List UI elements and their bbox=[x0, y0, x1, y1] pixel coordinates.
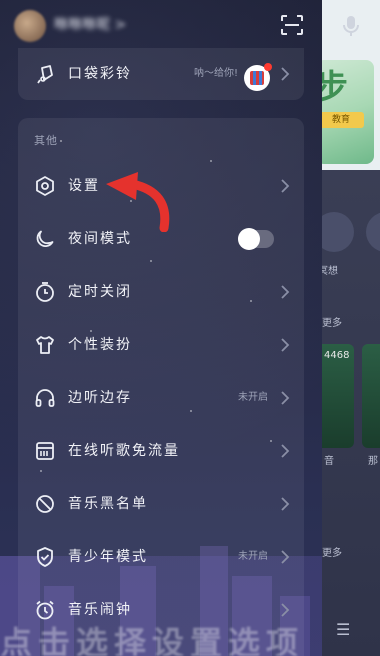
notification-dot bbox=[264, 63, 272, 71]
background-album-card[interactable] bbox=[362, 344, 380, 448]
menu-item-themes[interactable]: 个性装扮 bbox=[18, 323, 304, 367]
timer-icon bbox=[34, 281, 56, 303]
menu-item-free-data[interactable]: 在线听歌免流量 bbox=[18, 429, 304, 473]
background-circle-icon[interactable] bbox=[366, 212, 380, 252]
pocket-ringtone-card: 口袋彩铃 呐～给你! bbox=[18, 48, 304, 100]
headphones-icon bbox=[34, 387, 56, 409]
menu-item-label: 设置 bbox=[68, 178, 100, 194]
pocket-ringtone-row[interactable]: 口袋彩铃 呐～给你! bbox=[18, 52, 304, 96]
section-label: 其他 bbox=[34, 134, 58, 147]
background-more-link[interactable]: 更多 bbox=[322, 544, 342, 559]
microphone-icon[interactable] bbox=[340, 14, 362, 38]
chevron-right-icon bbox=[280, 337, 290, 353]
menu-item-status: 未开启 bbox=[238, 392, 268, 403]
menu-item-sleep-timer[interactable]: 定时关闭 bbox=[18, 270, 304, 314]
chevron-right-icon bbox=[280, 178, 290, 194]
username[interactable]: 咻咻咻呢 > bbox=[54, 14, 150, 36]
menu-item-label: 音乐黑名单 bbox=[68, 496, 148, 512]
chevron-right-icon bbox=[280, 602, 290, 618]
hexagon-gear-icon bbox=[34, 175, 56, 197]
scan-icon[interactable] bbox=[280, 14, 304, 36]
background-more-link[interactable]: 更多 bbox=[322, 314, 342, 329]
menu-item-status: 未开启 bbox=[238, 551, 268, 562]
menu-item-label: 个性装扮 bbox=[68, 337, 132, 353]
background-card-label: 那 bbox=[368, 456, 378, 467]
night-mode-toggle[interactable] bbox=[238, 228, 274, 250]
tutorial-caption: 点击选择设置选项 bbox=[0, 624, 305, 656]
background-card-number: 4468 bbox=[324, 350, 350, 361]
menu-item-label: 边听边存 bbox=[68, 390, 132, 406]
menu-item-label: 在线听歌免流量 bbox=[68, 443, 180, 459]
ringtone-badge-icon bbox=[244, 63, 272, 91]
menu-item-blacklist[interactable]: 音乐黑名单 bbox=[18, 482, 304, 526]
menu-item-label: 青少年模式 bbox=[68, 549, 148, 565]
menu-item-teen-mode[interactable]: 青少年模式 未开启 bbox=[18, 535, 304, 579]
avatar[interactable] bbox=[14, 10, 46, 42]
pocket-ringtone-promo: 呐～给你! bbox=[193, 68, 238, 79]
chevron-right-icon bbox=[280, 496, 290, 512]
tshirt-icon bbox=[34, 334, 56, 356]
pocket-ringtone-label: 口袋彩铃 bbox=[68, 66, 132, 82]
chevron-right-icon bbox=[280, 443, 290, 459]
sim-card-icon bbox=[34, 440, 56, 462]
annotation-arrow bbox=[98, 170, 178, 233]
bell-hand-icon bbox=[34, 63, 56, 85]
moon-icon bbox=[34, 228, 56, 250]
drawer-header: 咻咻咻呢 > bbox=[0, 0, 322, 52]
chevron-right-icon bbox=[280, 284, 290, 300]
menu-item-cache-while-listening[interactable]: 边听边存 未开启 bbox=[18, 376, 304, 420]
background-banner-tag: 教育 bbox=[318, 112, 364, 128]
toggle-knob bbox=[238, 228, 260, 250]
chevron-right-icon bbox=[280, 66, 290, 82]
menu-item-label: 定时关闭 bbox=[68, 284, 132, 300]
shield-check-icon bbox=[34, 546, 56, 568]
chevron-right-icon bbox=[280, 390, 290, 406]
chevron-right-icon bbox=[280, 549, 290, 565]
block-icon bbox=[34, 493, 56, 515]
background-card-label: 音 bbox=[324, 456, 334, 467]
side-drawer: 咻咻咻呢 > 口袋彩铃 呐～给你! 其他 设置 夜间模式 定时关闭 个性装扮 边… bbox=[0, 0, 322, 656]
